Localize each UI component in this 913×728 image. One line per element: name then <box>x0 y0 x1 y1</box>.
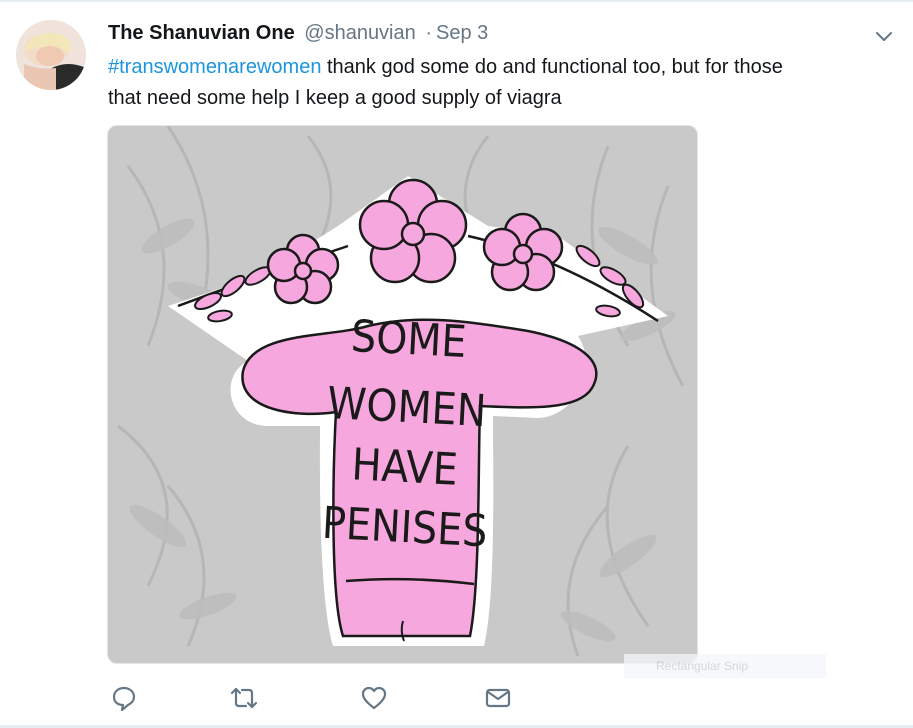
tweet-text-line1: thank god some do and functional too, bu… <box>321 56 783 78</box>
sticker-line-3: HAVE <box>350 439 459 495</box>
retweet-icon[interactable] <box>228 684 258 712</box>
envelope-icon[interactable] <box>484 684 512 712</box>
tweet-image[interactable]: SOME WOMEN HAVE PENISES <box>107 125 698 664</box>
separator-dot: · <box>425 22 432 44</box>
reply-icon[interactable] <box>110 684 138 712</box>
sticker-illustration: SOME WOMEN HAVE PENISES <box>108 126 697 663</box>
sticker-line-2: WOMEN <box>326 378 488 437</box>
user-handle[interactable]: @shanuvian <box>304 22 415 44</box>
avatar[interactable] <box>16 20 86 90</box>
heart-icon[interactable] <box>360 684 388 712</box>
chevron-down-icon[interactable] <box>872 24 896 48</box>
hashtag-link[interactable]: #transwomenarewomen <box>108 56 321 78</box>
timestamp[interactable]: Sep 3 <box>436 22 488 44</box>
tweet: The Shanuvian One @shanuvian · Sep 3 #tra… <box>0 0 913 728</box>
sticker-line-1: SOME <box>350 311 468 368</box>
top-divider <box>0 0 913 2</box>
snip-tooltip: Rectangular Snip <box>624 654 826 678</box>
tweet-header: The Shanuvian One @shanuvian · Sep 3 <box>108 20 488 46</box>
tweet-text-line2: that need some help I keep a good supply… <box>108 87 562 109</box>
sticker-line-4: PENISES <box>321 498 489 558</box>
display-name[interactable]: The Shanuvian One <box>108 22 295 44</box>
tweet-text: #transwomenarewomen thank god some do an… <box>108 52 888 114</box>
